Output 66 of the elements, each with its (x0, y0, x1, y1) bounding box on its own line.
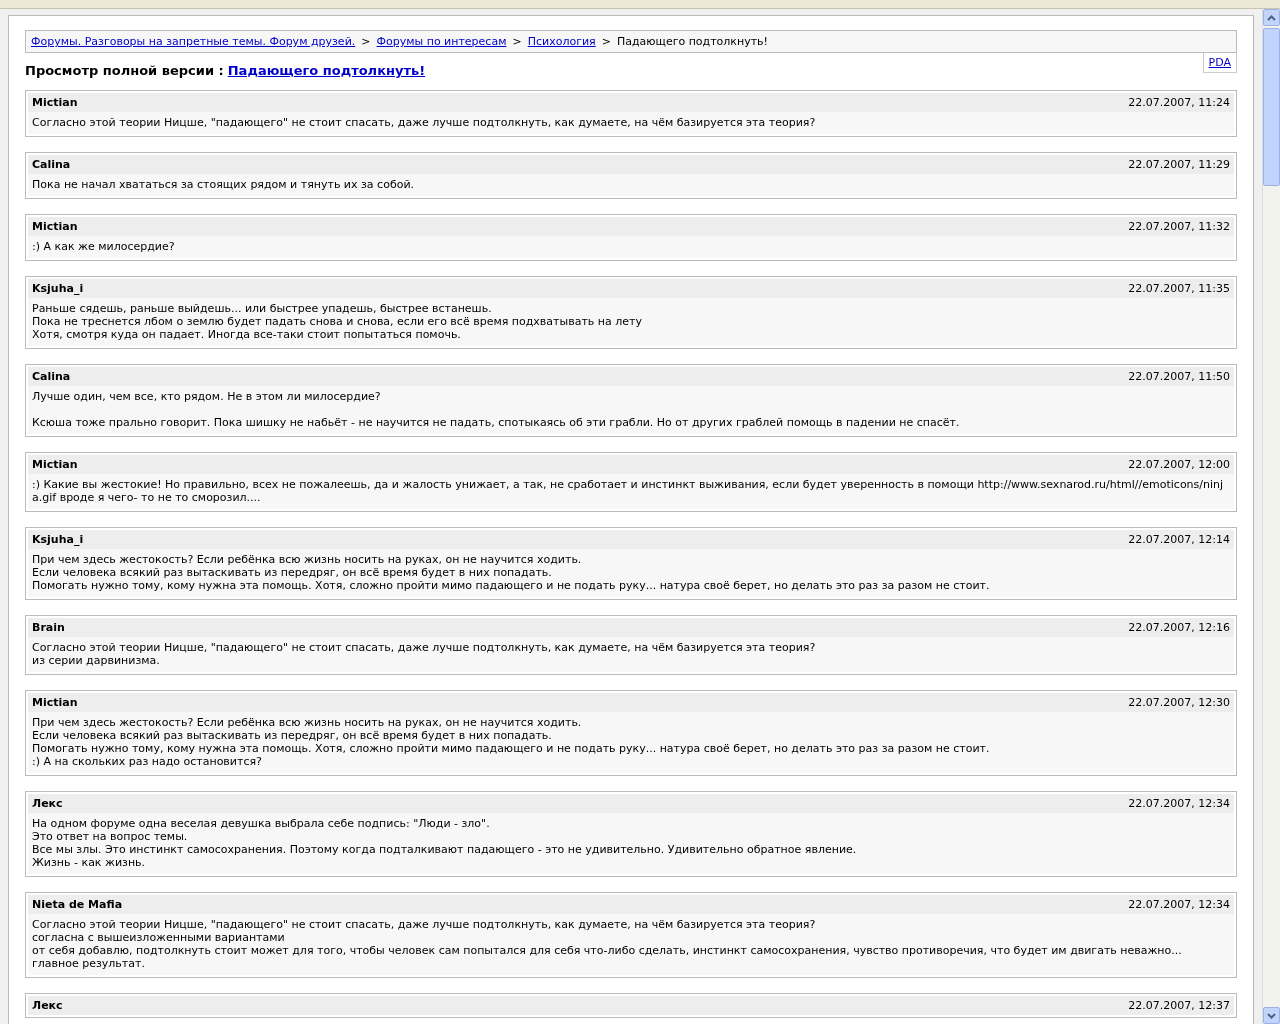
post-text-line: Ксюша тоже прально говорит. Пока шишку не набьёт - не научится не падать, спотыкаясь об эти грабли. Но от других граблей помощь в падении не спасёт. (32, 416, 961, 429)
post-author: Mictian (32, 458, 78, 471)
post-author: Лекс (32, 999, 63, 1012)
scroll-up-button[interactable] (1263, 9, 1280, 26)
breadcrumb-link[interactable]: Форумы по интересам (376, 35, 507, 48)
post-text-line: При чем здесь жестокость? Если ребёнка всю жизнь носить на руках, он не научится ходить. (32, 716, 583, 729)
breadcrumb-link[interactable]: Форумы. Разговоры на запретные темы. Форум друзей. (31, 35, 356, 48)
breadcrumb-link[interactable]: Психология (527, 35, 596, 48)
post-author: Calina (32, 158, 71, 171)
chevron-up-icon (1267, 14, 1276, 21)
breadcrumb-separator: > (512, 35, 522, 48)
post-author: Mictian (32, 220, 78, 233)
post-text-line: Согласно этой теории Ницше, "падающего" не стоит спасать, даже лучше подтолкнуть, как думаете, на чём базируется эта теория? (32, 918, 817, 931)
post-date: 22.07.2007, 12:14 (1128, 533, 1230, 546)
post-date: 22.07.2007, 11:24 (1128, 96, 1230, 109)
pda-link[interactable]: PDA (1202, 53, 1237, 73)
post-text-line: Согласно этой теории Ницше, "падающего" не стоит спасать, даже лучше подтолкнуть, как думаете, на чём базируется эта теория? (32, 641, 817, 654)
post-date: 22.07.2007, 11:50 (1128, 370, 1230, 383)
post-date: 22.07.2007, 11:32 (1128, 220, 1230, 233)
post-author: Mictian (32, 96, 78, 109)
post-text-line: Все мы злы. Это инстинкт самосохранения. Поэтому когда подталкивают падающего - это не удивительно. Удивительно обратное явление. (32, 843, 858, 856)
post-date: 22.07.2007, 12:34 (1128, 898, 1230, 911)
post-date: 22.07.2007, 12:34 (1128, 797, 1230, 810)
breadcrumb-separator: > (361, 35, 371, 48)
breadcrumb-separator: > (601, 35, 611, 48)
post-text-line: от себя добавлю, подтолкнуть стоит может для того, чтобы человек сам попытался для себя что-либо сделать, инстинкт самосохранения, чувство противоречия, что будет им двигать неважно... (32, 944, 1183, 957)
breadcrumb-current: Падающего подтолкнуть! (616, 35, 769, 48)
post-text-line: :) А на скольких раз надо остановится? (32, 755, 263, 768)
post-date: 22.07.2007, 12:37 (1128, 999, 1230, 1012)
post-author: Nieta de Mafia (32, 898, 123, 911)
post-text-line: :) А как же милосердие? (32, 240, 176, 253)
scroll-down-button[interactable] (1263, 1007, 1280, 1024)
post-author: Mictian (32, 696, 78, 709)
post-text-line: Пока не треснется лбом о землю будет падать снова и снова, если его всё время подхватывать на лету (32, 315, 643, 328)
post-text-line: Если человека всякий раз вытаскивать из передряг, он всё время будет в них попадать. (32, 566, 553, 579)
post-text-line: Помогать нужно тому, кому нужна эта помощь. Хотя, сложно пройти мимо падающего и не подать руку... натура своё берет, но делать это раз за разом не стоит. (32, 742, 991, 755)
scrollbar-thumb[interactable] (1263, 28, 1280, 186)
heading-label: Просмотр полной версии : (25, 63, 224, 78)
post-date: 22.07.2007, 12:00 (1128, 458, 1230, 471)
post-author: Лекс (32, 797, 63, 810)
chevron-down-icon (1267, 1012, 1276, 1019)
post-text-line: Хотя, смотря куда он падает. Иногда все-таки стоит попытаться помочь. (32, 328, 462, 341)
post-text-line: Пока не начал хвататься за стоящих рядом и тянуть их за собой. (32, 178, 416, 191)
post-author: Ksjuha_i (32, 282, 84, 295)
post-text-line: Если человека всякий раз вытаскивать из передряг, он всё время будет в них попадать. (32, 729, 553, 742)
post-text-line: главное результат. (32, 957, 146, 970)
post-text-line: из серии дарвинизма. (32, 654, 161, 667)
post-text-line: При чем здесь жестокость? Если ребёнка всю жизнь носить на руках, он не научится ходить. (32, 553, 583, 566)
post-text-line: согласна с вышеизложенными вариантами (32, 931, 286, 944)
post-date: 22.07.2007, 12:16 (1128, 621, 1230, 634)
post-text-line: Раньше сядешь, раньше выйдешь... или быстрее упадешь, быстрее встанешь. (32, 302, 493, 315)
post-author: Ksjuha_i (32, 533, 84, 546)
post-date: 22.07.2007, 11:35 (1128, 282, 1230, 295)
thread-title-link[interactable]: Падающего подтолкнуть! (227, 63, 426, 78)
post-text-line: Это ответ на вопрос темы. (32, 830, 189, 843)
post-text-line: :) Какие вы жестокие! Но правильно, всех не пожалеешь, да и жалость унижает, а так, не сработает и инстинкт выживания, если будет уверенность в помощи http://www.sexnarod.ru/html//emoticons/ninja.gif вроде я чего- то не то сморозил.... (32, 478, 1225, 504)
post-text-line: На одном форуме одна веселая девушка выбрала себе подпись: "Люди - зло". (32, 817, 491, 830)
post-text-line: Помогать нужно тому, кому нужна эта помощь. Хотя, сложно пройти мимо падающего и не подать руку... натура своё берет, но делать это раз за разом не стоит. (32, 579, 991, 592)
scrollbar[interactable] (1262, 9, 1280, 1024)
post-text-line: Согласно этой теории Ницше, "падающего" не стоит спасать, даже лучше подтолкнуть, как думаете, на чём базируется эта теория? (32, 116, 817, 129)
post-text-line: Лучше один, чем все, кто рядом. Не в этом ли милосердие? (32, 390, 382, 403)
post-date: 22.07.2007, 12:30 (1128, 696, 1230, 709)
post-author: Calina (32, 370, 71, 383)
post-text-line: Жизнь - как жизнь. (32, 856, 147, 869)
post-date: 22.07.2007, 11:29 (1128, 158, 1230, 171)
post-author: Brain (32, 621, 65, 634)
